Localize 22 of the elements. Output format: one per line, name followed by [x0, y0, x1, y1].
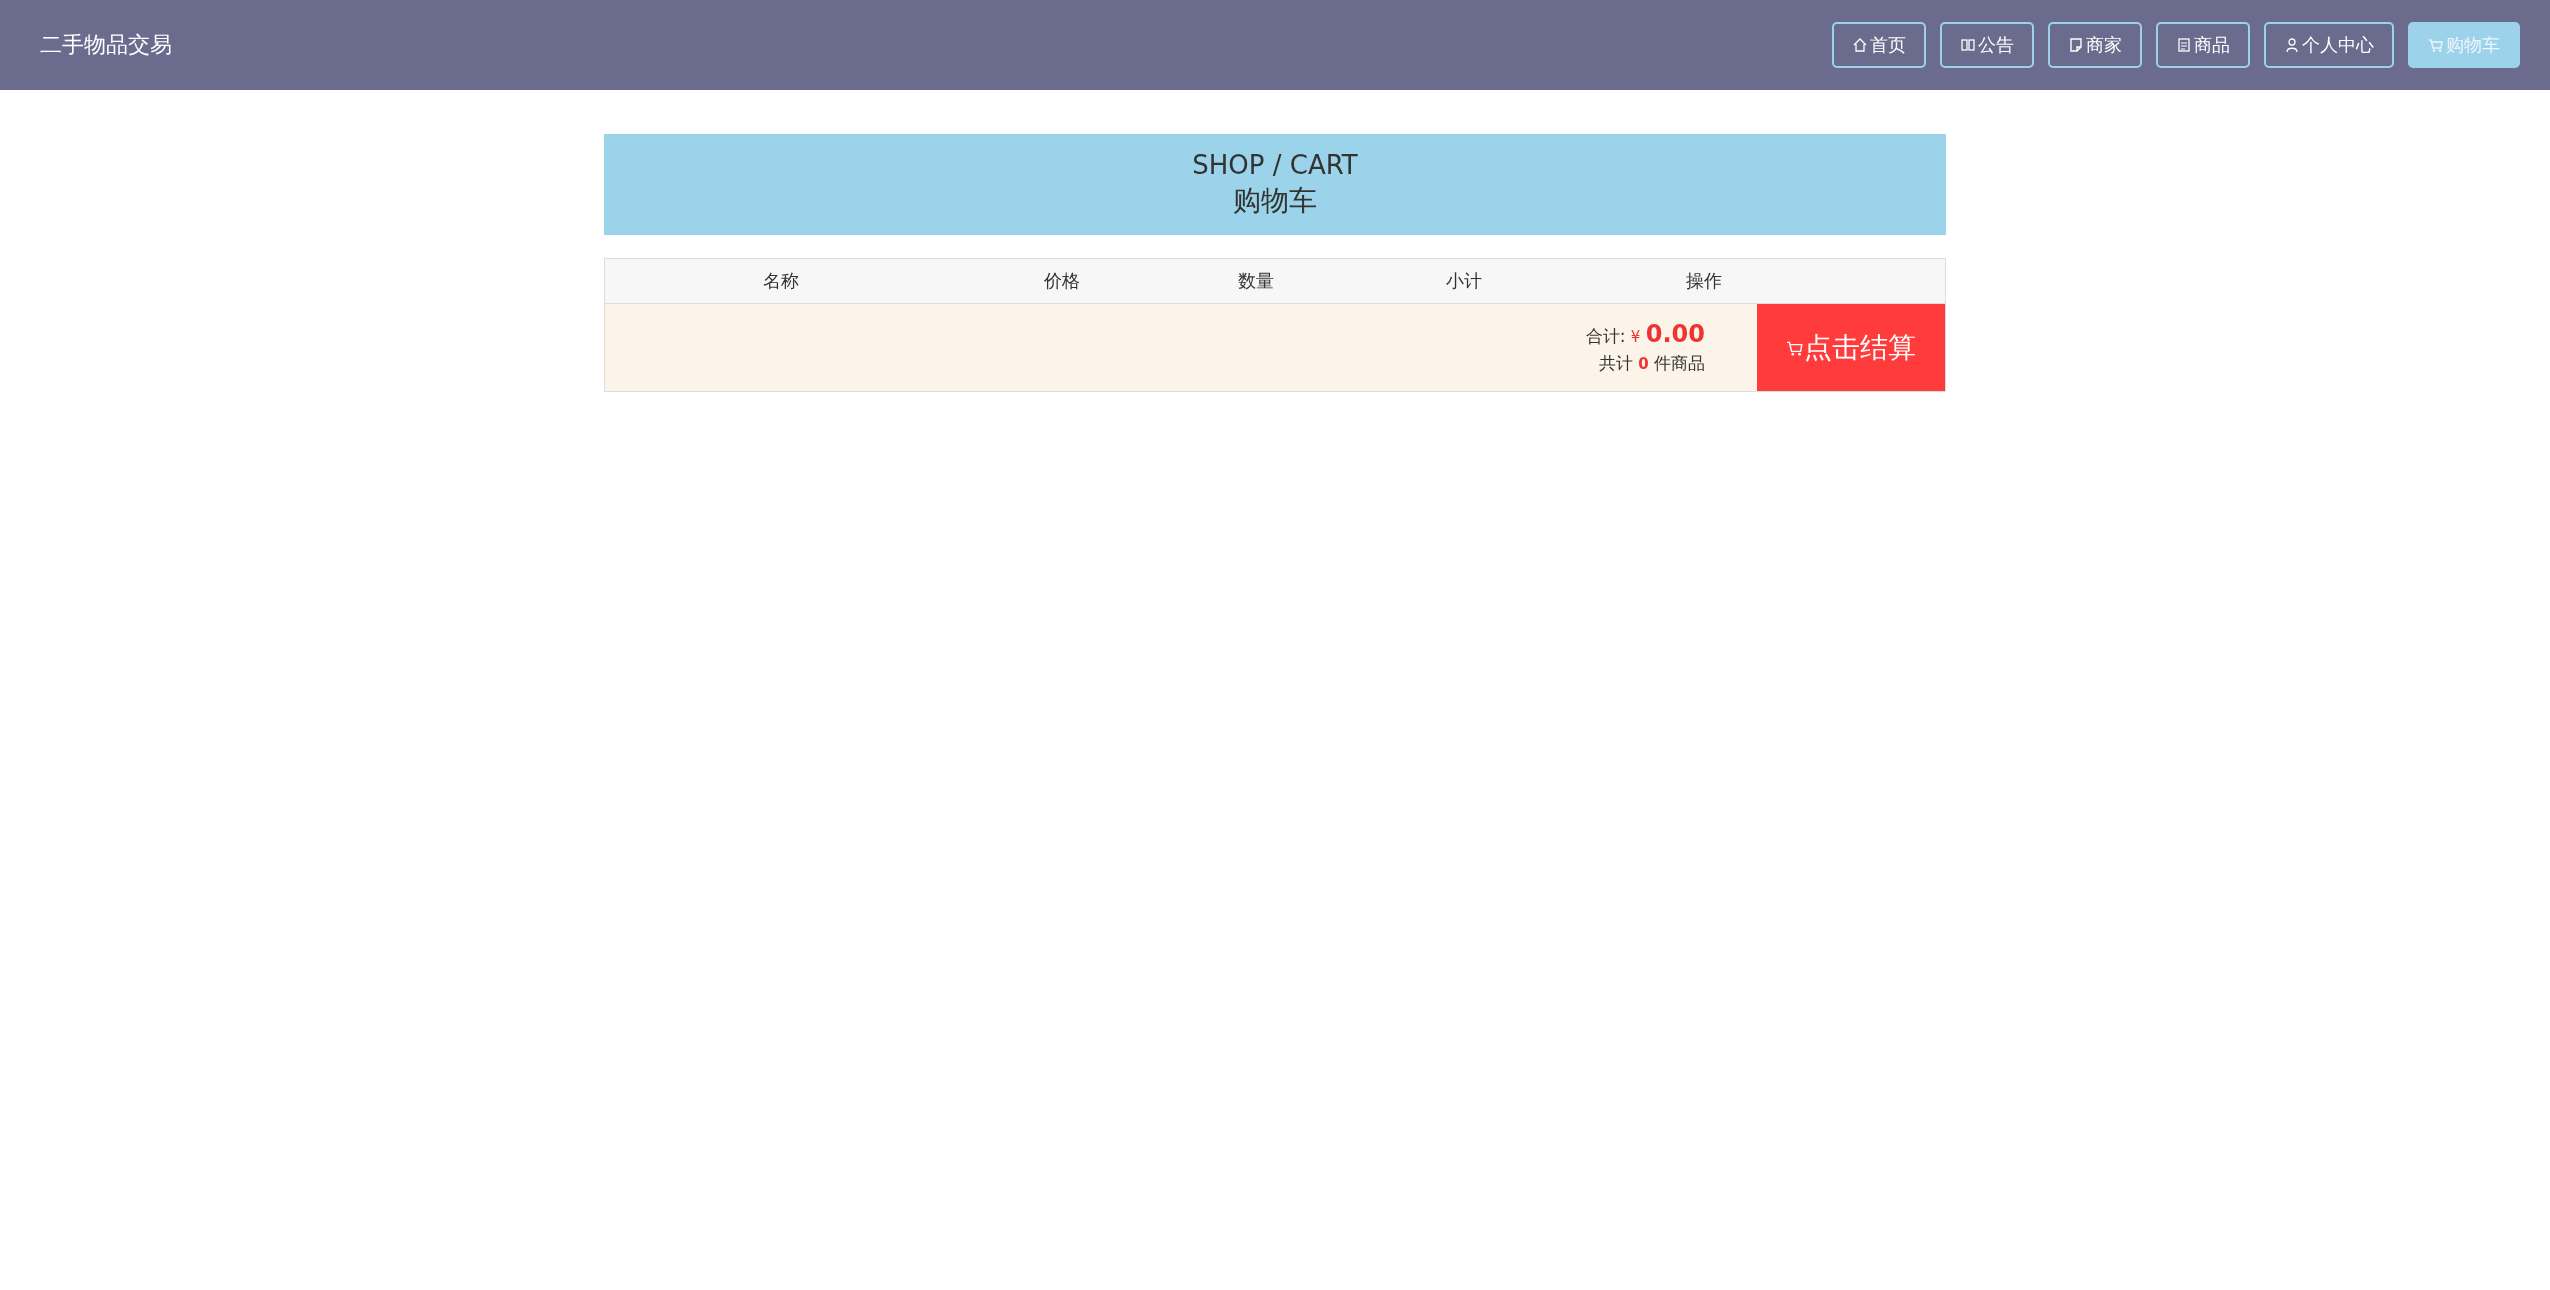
column-header: 小计: [1445, 269, 1483, 293]
column-header: 价格: [1043, 269, 1081, 293]
nav-button[interactable]: 公告: [1940, 22, 2034, 68]
nav-button[interactable]: 个人中心: [2264, 22, 2394, 68]
nav-button[interactable]: 首页: [1832, 22, 1926, 68]
note-icon: [2068, 37, 2084, 53]
column-header: 操作: [1685, 269, 1723, 293]
document-icon: [2176, 37, 2192, 53]
banner-title: SHOP / CART: [1192, 149, 1358, 180]
nav-button[interactable]: 商家: [2048, 22, 2142, 68]
checkout-button[interactable]: 点击结算: [1757, 304, 1945, 391]
column-header: 数量: [1237, 269, 1275, 293]
banner-subtitle: 购物车: [1233, 182, 1317, 219]
nav-button[interactable]: 商品: [2156, 22, 2250, 68]
bracket-icon: [1960, 37, 1976, 53]
column-header: 名称: [762, 269, 800, 293]
total-text: 合计: ¥ 0.00: [1585, 320, 1705, 348]
cart-icon: [2428, 37, 2444, 53]
user-icon: [2284, 37, 2300, 53]
site-title: 二手物品交易: [40, 31, 172, 59]
home-icon: [1852, 37, 1868, 53]
item-count-text: 共计 0 件商品: [1598, 352, 1705, 375]
